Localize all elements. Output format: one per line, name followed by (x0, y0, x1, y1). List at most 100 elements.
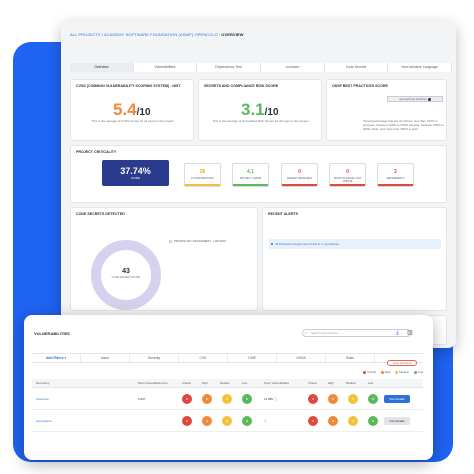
cvss-title: CVSS (COMMON VULNERABILITY SCORING SYSTE… (76, 84, 181, 88)
header-repository[interactable]: Repository (36, 379, 49, 388)
secrets-risk-score: 3.1/10 (241, 100, 279, 120)
criticality-score: 37.74% SCORE (102, 160, 169, 186)
dependents-status-bar (378, 184, 413, 186)
download-icon[interactable]: ⤓ (396, 329, 399, 337)
overview-window: ALL PROJECTS / ACADEMY SOFTWARE FOUNDATI… (61, 21, 456, 348)
tab-licenses[interactable]: Licenses (261, 63, 325, 72)
cvss-description: This is the average of CVSS scores for a… (91, 119, 175, 123)
months-since-update-status-bar (330, 184, 365, 186)
delete-icon[interactable]: ▥ (407, 329, 413, 337)
open-high-badge: 0 (328, 416, 338, 426)
medium-dot-icon (395, 370, 399, 374)
view-details-button[interactable]: View Details (384, 417, 410, 425)
search-icon: ⌕ (305, 330, 308, 335)
open-vulnerabilities-total: 11,386 ⓘ (264, 397, 277, 401)
header-open-critical[interactable]: Critical (308, 379, 317, 388)
open-medium-badge: 0 (348, 416, 358, 426)
recent-releases-status-bar (282, 184, 317, 186)
info-icon: ⓘ (264, 419, 268, 423)
header-open-low[interactable]: Low (368, 379, 373, 388)
clear-all-filters-button[interactable]: Clear All Filters (387, 359, 417, 366)
breadcrumb: ALL PROJECTS / ACADEMY SOFTWARE FOUNDATI… (70, 32, 244, 37)
open-low-badge: 0 (368, 416, 378, 426)
open-low-badge: 0 (368, 394, 378, 404)
table-row: OpenCue 3,207 0 0 0 0 11,386 ⓘ 0 0 0 0 V… (32, 389, 423, 410)
open-vulnerabilities-count: 11,386 (264, 397, 273, 401)
filter-state[interactable]: State (326, 354, 375, 362)
past-low-badge: 0 (242, 394, 252, 404)
contributors-value: 26 (199, 169, 206, 175)
repository-link[interactable]: opencolorio (36, 419, 52, 423)
info-icon (427, 97, 431, 101)
project-years-value: 4.1 (247, 169, 254, 175)
repository-link[interactable]: OpenCue (36, 397, 49, 401)
past-medium-badge: 0 (222, 394, 232, 404)
header-past-medium[interactable]: Medium (220, 379, 230, 388)
past-high-badge: 0 (202, 394, 212, 404)
tab-non-inclusive-language[interactable]: Non Inclusive Language (388, 63, 453, 72)
filter-cwe[interactable]: CWE (228, 354, 277, 362)
cvss-score-value: 5.4 (113, 100, 137, 119)
header-open-high[interactable]: High (328, 379, 334, 388)
high-dot-icon (380, 370, 384, 374)
severity-legend: Critical High Medium Low (359, 370, 423, 374)
criticality-score-value: 37.74% (120, 166, 151, 176)
best-practices-card: OSSF BEST PRACTICES SCORE openssf best p… (326, 79, 447, 141)
filter-bar: Add Filters ▾ Issue Severity CVE CWE GHS… (32, 353, 423, 366)
contributors-status-bar (185, 184, 220, 186)
header-past-high[interactable]: High (202, 379, 208, 388)
dependents-value: 2 (394, 169, 397, 175)
secrets-risk-description: This is the average of Normalized Risk S… (212, 119, 310, 123)
tab-vulnerabilities[interactable]: Vulnerabilities (133, 63, 198, 72)
header-past-vulnerabilities[interactable]: Past Vulnerabilities Fou... (138, 379, 170, 388)
view-details-button[interactable]: View Details (384, 395, 410, 403)
overview-tabs: Overview Vulnerabilities Dependency Tree… (70, 63, 453, 72)
code-secrets-count: 43 (122, 268, 130, 275)
past-critical-badge: 0 (182, 416, 192, 426)
header-open-medium[interactable]: Medium (346, 379, 356, 388)
filter-cve[interactable]: CVE (179, 354, 228, 362)
legend-low: Low (417, 370, 423, 374)
breadcrumb-link[interactable]: ALL PROJECTS / ACADEMY SOFTWARE FOUNDATI… (70, 32, 218, 37)
past-vulnerabilities-total: 3,207 (138, 397, 146, 401)
alert-item[interactable]: 43 Password Assignment found in 1 reposi… (269, 239, 441, 249)
alert-item-text: 43 Password Assignment found in 1 reposi… (275, 242, 340, 246)
tab-dependency-tree[interactable]: Dependency Tree (197, 63, 262, 72)
filter-severity[interactable]: Severity (130, 354, 179, 362)
tab-code-secrets[interactable]: Code Secrets (324, 63, 389, 72)
add-filters-label: Add Filters (45, 356, 64, 360)
code-secrets-legend: PRIVATE KEY ASSIGNMENT - (100.00%) (169, 239, 226, 243)
criticality-recent-releases: 0 RECENT RELEASES (281, 163, 318, 187)
header-open-vulnerabilities[interactable]: Open Vulnerabilities (264, 379, 289, 388)
past-critical-badge: 0 (182, 394, 192, 404)
best-practices-title: OSSF BEST PRACTICES SCORE (332, 84, 388, 88)
code-secrets-legend-label: PRIVATE KEY ASSIGNMENT - (100.00%) (174, 239, 227, 243)
add-filters-button[interactable]: Add Filters ▾ (32, 354, 81, 362)
tab-overview[interactable]: Overview (70, 63, 134, 72)
dependents-label: DEPENDENTS (386, 177, 405, 180)
filter-issue[interactable]: Issue (81, 354, 130, 362)
project-criticality-title: PROJECT CRITICALITY (76, 150, 117, 154)
project-criticality-card: PROJECT CRITICALITY 37.74% SCORE 26 # CO… (70, 145, 447, 203)
past-low-badge: 0 (242, 416, 252, 426)
code-secrets-title: CODE SECRETS DETECTED (76, 212, 125, 216)
legend-medium: Medium (399, 370, 410, 374)
past-medium-badge: 0 (222, 416, 232, 426)
recent-alerts-title: RECENT ALERTS (268, 212, 299, 216)
open-vulnerabilities-total: ⓘ (264, 419, 267, 423)
secrets-risk-score-value: 3.1 (241, 100, 265, 119)
cvss-score-max: /10 (136, 107, 151, 118)
repository-search-input[interactable]: ⌕ Search Repositories (302, 329, 411, 337)
vulnerabilities-table-header: Repository Past Vulnerabilities Fou... C… (32, 379, 423, 388)
filter-ghsa[interactable]: GHSA (277, 354, 326, 362)
header-past-critical[interactable]: Critical (182, 379, 191, 388)
secrets-risk-card: SECRETS AND COMPLIANCE RISK SCORE 3.1/10… (198, 79, 322, 141)
best-practices-badge[interactable]: openssf best practices (387, 96, 443, 102)
header-past-low[interactable]: Low (242, 379, 247, 388)
secrets-risk-title: SECRETS AND COMPLIANCE RISK SCORE (204, 84, 279, 88)
project-years-status-bar (233, 184, 268, 186)
chevron-down-icon: ▾ (64, 356, 67, 360)
legend-high: High (384, 370, 391, 374)
critical-dot-icon (363, 370, 367, 374)
code-secrets-donut-chart[interactable]: 43 CODE SECRET FOUND (91, 240, 161, 310)
